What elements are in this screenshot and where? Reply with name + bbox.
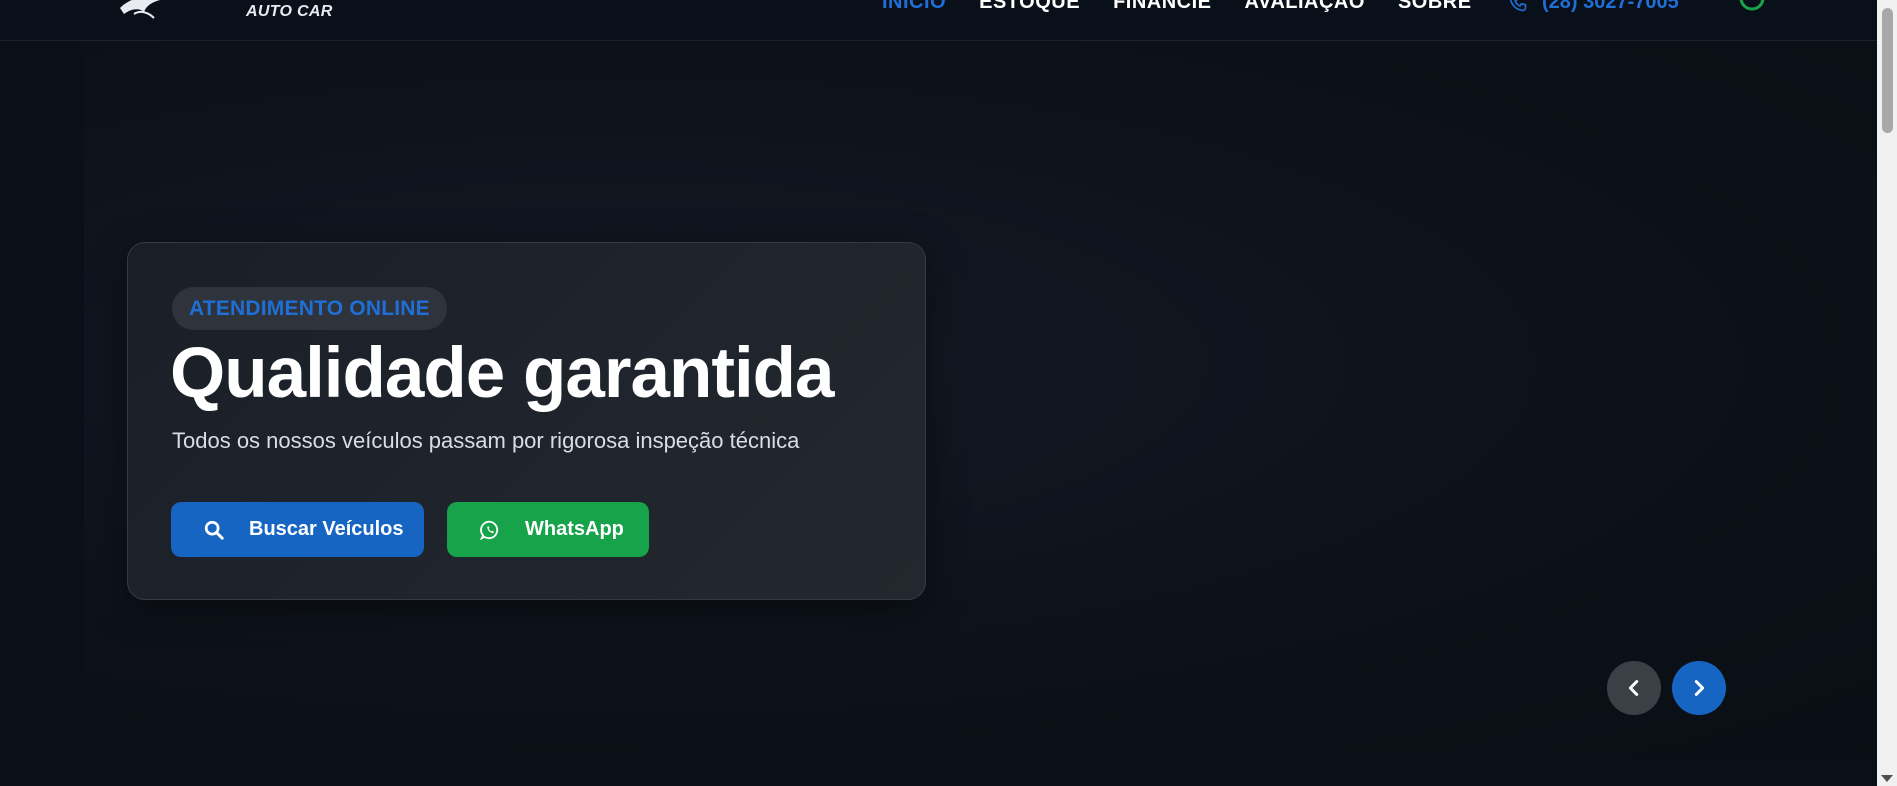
search-vehicles-button[interactable]: Buscar Veículos bbox=[171, 502, 424, 557]
nav-item-financie[interactable]: FINANCIE bbox=[1113, 0, 1211, 14]
phone-number: (28) 3027-7005 bbox=[1542, 0, 1679, 13]
hero-card: ATENDIMENTO ONLINE Qualidade garantida T… bbox=[127, 242, 926, 600]
carousel-prev-button[interactable] bbox=[1607, 661, 1661, 715]
status-badge: ATENDIMENTO ONLINE bbox=[172, 287, 447, 330]
hero-title: Qualidade garantida bbox=[170, 334, 835, 413]
nav-item-avaliacao[interactable]: AVALIAÇÃO bbox=[1245, 0, 1365, 14]
whatsapp-button[interactable]: WhatsApp bbox=[447, 502, 649, 557]
site-header: AUTO CAR INÍCIO ESTOQUE FINANCIE AVALIAÇ… bbox=[0, 0, 1877, 41]
search-vehicles-label: Buscar Veículos bbox=[249, 518, 404, 540]
phone-icon bbox=[1510, 0, 1527, 11]
page-scrollbar[interactable] bbox=[1877, 0, 1897, 786]
scroll-down-arrow-icon[interactable] bbox=[1881, 775, 1893, 782]
search-icon bbox=[204, 520, 224, 540]
hero-subtitle: Todos os nossos veículos passam por rigo… bbox=[172, 428, 800, 453]
scrollbar-thumb[interactable] bbox=[1882, 8, 1893, 133]
nav-item-estoque[interactable]: ESTOQUE bbox=[979, 0, 1080, 14]
phone-link[interactable]: (28) 3027-7005 bbox=[1508, 0, 1679, 14]
carousel-next-button[interactable] bbox=[1672, 661, 1726, 715]
horse-logo-icon[interactable] bbox=[110, 0, 180, 24]
nav-item-sobre[interactable]: SOBRE bbox=[1398, 0, 1472, 14]
brand-name[interactable]: AUTO CAR bbox=[246, 3, 333, 21]
nav-item-inicio[interactable]: INÍCIO bbox=[882, 0, 946, 14]
whatsapp-label: WhatsApp bbox=[525, 518, 624, 540]
chevron-right-icon bbox=[1694, 680, 1705, 696]
main-nav: INÍCIO ESTOQUE FINANCIE AVALIAÇÃO SOBRE bbox=[882, 0, 1505, 14]
chevron-left-icon bbox=[1628, 680, 1639, 696]
whatsapp-icon bbox=[479, 520, 499, 540]
whatsapp-icon[interactable] bbox=[1738, 0, 1766, 14]
